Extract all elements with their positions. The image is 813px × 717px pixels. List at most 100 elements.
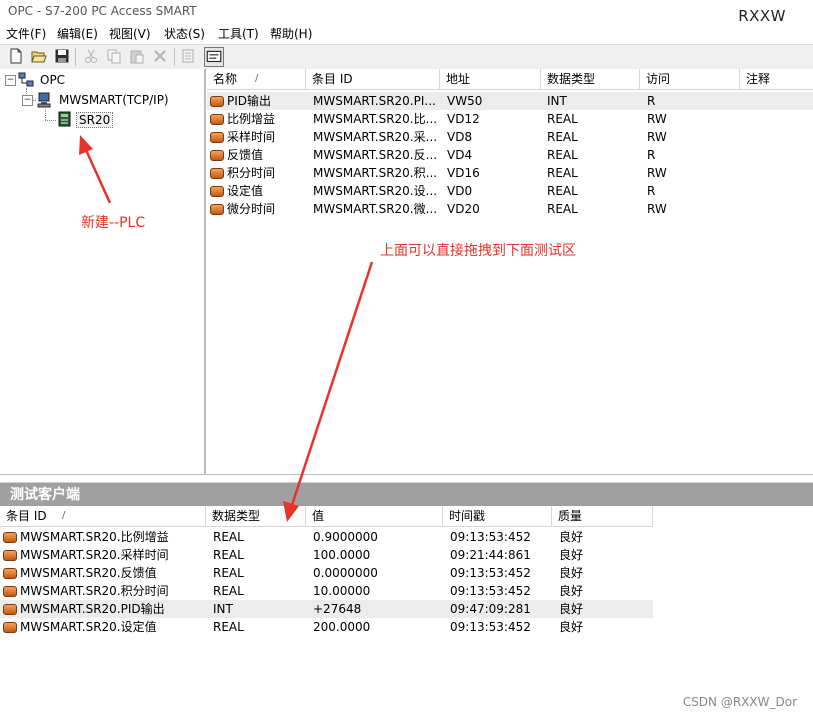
tree-node-sr20[interactable]: SR20 <box>76 112 114 128</box>
col-header-name-label: 名称 <box>213 72 238 86</box>
paste-icon[interactable] <box>129 48 145 64</box>
toolbar <box>0 44 813 70</box>
menu-tools[interactable]: 工具(T) <box>218 25 259 42</box>
client-datatype: REAL <box>213 566 244 580</box>
client-quality: 良好 <box>559 566 584 580</box>
tree-line <box>45 109 46 120</box>
row-datatype: REAL <box>547 184 578 198</box>
col-header-timestamp[interactable]: 时间戳 <box>443 506 552 526</box>
item-tag-icon <box>210 168 224 179</box>
row-id: MWSMART.SR20.设... <box>313 184 438 198</box>
table-row[interactable]: 设定值 MWSMART.SR20.设... VD0 REAL R <box>207 182 813 200</box>
copy-icon[interactable] <box>106 48 122 64</box>
cut-icon[interactable] <box>83 48 99 64</box>
row-access: R <box>647 148 656 162</box>
client-value: 200.0000 <box>313 620 371 634</box>
table-row[interactable]: 采样时间 MWSMART.SR20.采... VD8 REAL RW <box>207 128 813 146</box>
delete-icon[interactable] <box>152 48 168 64</box>
test-client-icon[interactable] <box>204 47 224 67</box>
items-table: 名称 / 条目 ID 地址 数据类型 访问 注释 PID输出 MWSMART.S… <box>207 69 813 474</box>
col-header-datatype[interactable]: 数据类型 <box>206 506 306 526</box>
client-quality: 良好 <box>559 548 584 562</box>
row-id: MWSMART.SR20.反... <box>313 148 438 162</box>
col-header-value[interactable]: 值 <box>306 506 443 526</box>
open-icon[interactable] <box>31 48 47 64</box>
col-header-quality[interactable]: 质量 <box>552 506 653 526</box>
client-timestamp: 09:47:09:281 <box>450 602 531 616</box>
tree-root-opc[interactable]: OPC <box>40 73 65 87</box>
row-access: R <box>647 184 656 198</box>
client-item-id: MWSMART.SR20.积分时间 <box>20 584 169 598</box>
client-timestamp: 09:21:44:861 <box>450 548 531 562</box>
title-bar: OPC - S7-200 PC Access SMART RXXW <box>0 0 813 25</box>
table-row[interactable]: 积分时间 MWSMART.SR20.积... VD16 REAL RW <box>207 164 813 182</box>
row-datatype: REAL <box>547 202 578 216</box>
window-title: OPC - S7-200 PC Access SMART <box>8 4 197 18</box>
save-icon[interactable] <box>54 48 70 64</box>
row-access: RW <box>647 130 667 144</box>
test-client-header: 条目 ID / 数据类型 值 时间戳 质量 <box>0 506 653 527</box>
row-datatype: REAL <box>547 166 578 180</box>
row-address: VD20 <box>447 202 480 216</box>
row-name: 积分时间 <box>227 166 276 180</box>
col-header-address[interactable]: 地址 <box>440 69 541 89</box>
row-access: R <box>647 94 656 108</box>
col-header-name[interactable]: 名称 / <box>207 69 306 89</box>
sort-indicator: / <box>255 73 259 84</box>
row-address: VD4 <box>447 148 473 162</box>
item-tag-icon <box>3 604 17 615</box>
client-item-id: MWSMART.SR20.反馈值 <box>20 566 157 580</box>
menu-edit[interactable]: 编辑(E) <box>57 25 98 42</box>
row-name: 反馈值 <box>227 148 264 162</box>
client-datatype: REAL <box>213 620 244 634</box>
row-name: 比例增益 <box>227 112 276 126</box>
menu-status[interactable]: 状态(S) <box>164 25 205 42</box>
table-row[interactable]: 反馈值 MWSMART.SR20.反... VD4 REAL R <box>207 146 813 164</box>
item-tag-icon <box>210 114 224 125</box>
col-header-access[interactable]: 访问 <box>640 69 740 89</box>
collapse-toggle[interactable]: − <box>22 95 33 106</box>
test-client-table: 条目 ID / 数据类型 值 时间戳 质量 MWSMART.SR20.比例增益 … <box>0 506 813 717</box>
col-header-datatype[interactable]: 数据类型 <box>541 69 640 89</box>
new-icon[interactable] <box>8 48 24 64</box>
menu-view[interactable]: 视图(V) <box>109 25 151 42</box>
row-id: MWSMART.SR20.微... <box>313 202 438 216</box>
client-value: 100.0000 <box>313 548 371 562</box>
list-item[interactable]: MWSMART.SR20.设定值 REAL 200.0000 09:13:53:… <box>0 618 653 636</box>
client-quality: 良好 <box>559 530 584 544</box>
row-access: RW <box>647 166 667 180</box>
list-item[interactable]: MWSMART.SR20.反馈值 REAL 0.0000000 09:13:53… <box>0 564 653 582</box>
test-client-title: 测试客户端 <box>0 482 813 506</box>
client-datatype: REAL <box>213 530 244 544</box>
list-item[interactable]: MWSMART.SR20.采样时间 REAL 100.0000 09:21:44… <box>0 546 653 564</box>
col-header-comment[interactable]: 注释 <box>740 69 813 89</box>
menu-file[interactable]: 文件(F) <box>6 25 46 42</box>
row-datatype: REAL <box>547 130 578 144</box>
client-timestamp: 09:13:53:452 <box>450 620 531 634</box>
tree-node-mwsmart[interactable]: MWSMART(TCP/IP) <box>59 93 169 107</box>
row-address: VW50 <box>447 94 483 108</box>
table-row[interactable]: 微分时间 MWSMART.SR20.微... VD20 REAL RW <box>207 200 813 218</box>
client-value: 10.00000 <box>313 584 371 598</box>
list-item[interactable]: MWSMART.SR20.积分时间 REAL 10.00000 09:13:53… <box>0 582 653 600</box>
items-table-header: 名称 / 条目 ID 地址 数据类型 访问 注释 <box>207 69 813 90</box>
table-row[interactable]: 比例增益 MWSMART.SR20.比... VD12 REAL RW <box>207 110 813 128</box>
menu-help[interactable]: 帮助(H) <box>270 25 312 42</box>
toolbar-separator <box>174 48 175 66</box>
tree-line <box>45 120 56 121</box>
col-header-id[interactable]: 条目 ID <box>306 69 440 89</box>
client-quality: 良好 <box>559 584 584 598</box>
properties-icon[interactable] <box>181 48 197 64</box>
pc-connection-icon <box>37 92 51 108</box>
list-item[interactable]: MWSMART.SR20.PID输出 INT +27648 09:47:09:2… <box>0 600 653 618</box>
row-id: MWSMART.SR20.PI... <box>313 94 436 108</box>
col-header-item-id[interactable]: 条目 ID / <box>0 506 206 526</box>
row-id: MWSMART.SR20.采... <box>313 130 438 144</box>
item-tag-icon <box>210 204 224 215</box>
toolbar-separator <box>75 48 76 66</box>
collapse-toggle[interactable]: − <box>5 75 16 86</box>
row-id: MWSMART.SR20.积... <box>313 166 438 180</box>
list-item[interactable]: MWSMART.SR20.比例增益 REAL 0.9000000 09:13:5… <box>0 528 653 546</box>
row-id: MWSMART.SR20.比... <box>313 112 438 126</box>
table-row[interactable]: PID输出 MWSMART.SR20.PI... VW50 INT R <box>207 92 813 110</box>
